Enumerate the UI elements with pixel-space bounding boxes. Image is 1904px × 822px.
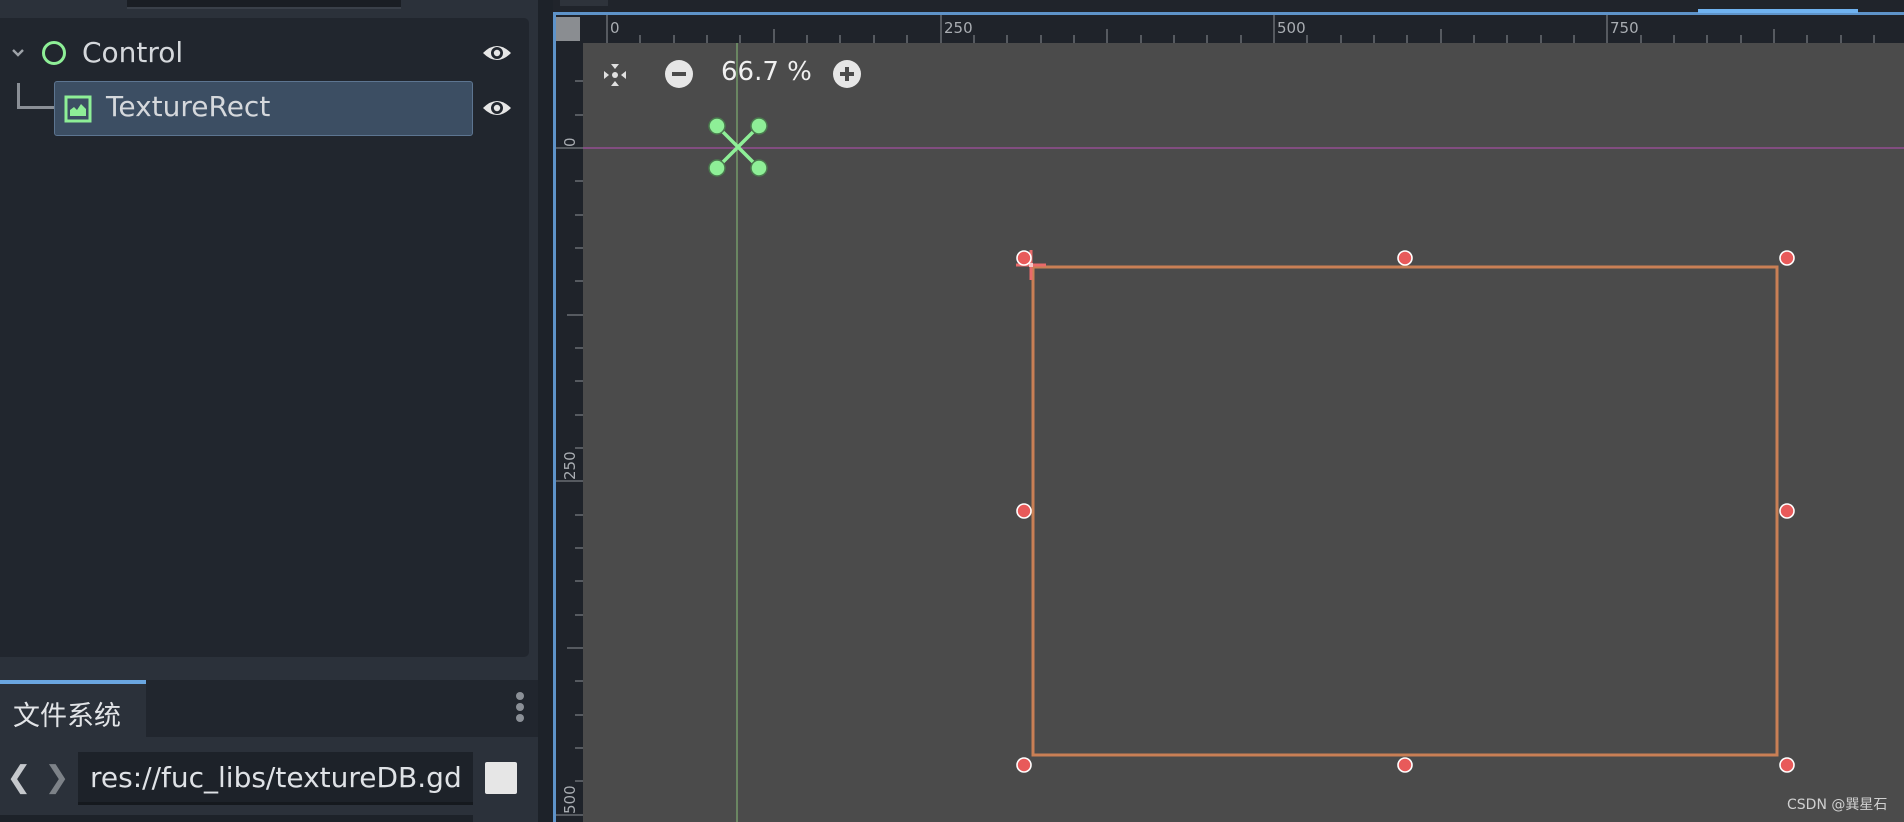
zoom-in-icon[interactable] (832, 59, 862, 89)
left-dock: Control TextureRect 文件系统 ❮ ❯ (0, 0, 538, 822)
vertical-ruler[interactable]: 0 250 500 (553, 15, 583, 822)
forward-button[interactable]: ❯ (44, 760, 70, 796)
resize-handle-bottom (1397, 757, 1413, 773)
resize-handle-bottom-left (1016, 757, 1032, 773)
godot-editor: { "scene_tree": { "nodes": [ { "label": … (0, 0, 1904, 822)
control-node-icon (42, 41, 66, 65)
chevron-down-icon[interactable] (10, 45, 26, 61)
resize-handle-left (1016, 503, 1032, 519)
ruler-label: 750 (1610, 19, 1639, 37)
scroll-indicator (1698, 9, 1858, 13)
dock-top-strip (127, 0, 401, 9)
horizontal-ruler[interactable]: 0 250 500 750 (553, 15, 1904, 43)
anchor-handles-icon[interactable] (705, 114, 771, 180)
ruler-corner (556, 17, 580, 41)
ruler-label: 0 (610, 19, 620, 37)
zoom-out-icon[interactable] (664, 59, 694, 89)
path-input[interactable] (78, 752, 473, 805)
more-options-icon[interactable] (514, 692, 526, 728)
ruler-label: 0 (561, 137, 579, 147)
ruler-label: 500 (1277, 19, 1306, 37)
texturerect-outline (1031, 265, 1779, 757)
tree-item-control-label[interactable]: Control (82, 36, 183, 69)
ruler-label: 250 (561, 451, 579, 480)
tree-item-texturerect-label[interactable]: TextureRect (106, 90, 270, 123)
visibility-eye-icon[interactable] (481, 41, 513, 65)
ruler-label: 250 (944, 19, 973, 37)
center-view-icon[interactable] (600, 60, 630, 90)
tree-connector-line (17, 106, 55, 109)
filesystem-list-edge (0, 815, 473, 822)
viewport-border (553, 15, 556, 822)
tree-connector-line (17, 83, 20, 108)
texture-rect-icon (64, 95, 92, 123)
back-button[interactable]: ❮ (6, 760, 32, 796)
visibility-eye-icon[interactable] (481, 96, 513, 120)
ruler-label: 500 (561, 785, 579, 814)
viewport-top-bar (553, 0, 1904, 15)
ruler-ticks (553, 80, 583, 816)
canvas-viewport[interactable]: 0 250 500 750 0 250 500 66.7 % (553, 0, 1904, 822)
ruler-ticks (606, 15, 1875, 43)
move-cursor-icon (1016, 250, 1046, 280)
watermark: CSDN @巽星石 (1787, 797, 1888, 813)
resize-handle-top-right (1779, 250, 1795, 266)
resize-handle-top (1397, 250, 1413, 266)
resize-handle-bottom-right (1779, 757, 1795, 773)
resize-handle-right (1779, 503, 1795, 519)
zoom-level-label[interactable]: 66.7 % (721, 57, 812, 87)
tab-filesystem-label: 文件系统 (13, 701, 121, 732)
toggle-split-mode-button[interactable] (485, 762, 517, 794)
